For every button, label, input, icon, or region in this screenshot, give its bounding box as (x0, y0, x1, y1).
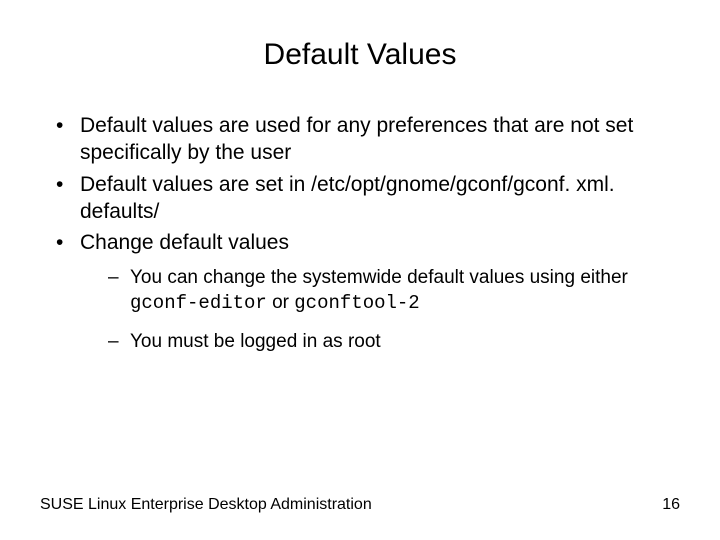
inline-code: gconftool-2 (294, 292, 419, 314)
slide: Default Values Default values are used f… (0, 0, 720, 540)
footer: SUSE Linux Enterprise Desktop Administra… (40, 496, 680, 514)
sub-bullet-text: You can change the systemwide default va… (130, 267, 628, 288)
page-number: 16 (662, 496, 680, 514)
bullet-text: Change default values (80, 231, 289, 254)
bullet-text: Default values are used for any preferen… (80, 114, 633, 164)
bullet-item: Change default values You can change the… (52, 229, 680, 354)
sub-bullet-text: or (267, 292, 294, 313)
bullet-text: Default values are set in (80, 173, 311, 196)
bullet-list-level-2: You can change the systemwide default va… (80, 266, 680, 354)
bullet-item: Default values are set in /etc/opt/gnome… (52, 171, 680, 226)
sub-bullet-text: You must be logged in as root (130, 331, 381, 352)
footer-left: SUSE Linux Enterprise Desktop Administra… (40, 496, 372, 514)
sub-bullet-item: You can change the systemwide default va… (106, 266, 680, 315)
inline-code: gconf-editor (130, 292, 267, 314)
bullet-item: Default values are used for any preferen… (52, 112, 680, 167)
slide-title: Default Values (40, 38, 680, 72)
bullet-list-level-1: Default values are used for any preferen… (40, 112, 680, 355)
sub-bullet-item: You must be logged in as root (106, 330, 680, 355)
